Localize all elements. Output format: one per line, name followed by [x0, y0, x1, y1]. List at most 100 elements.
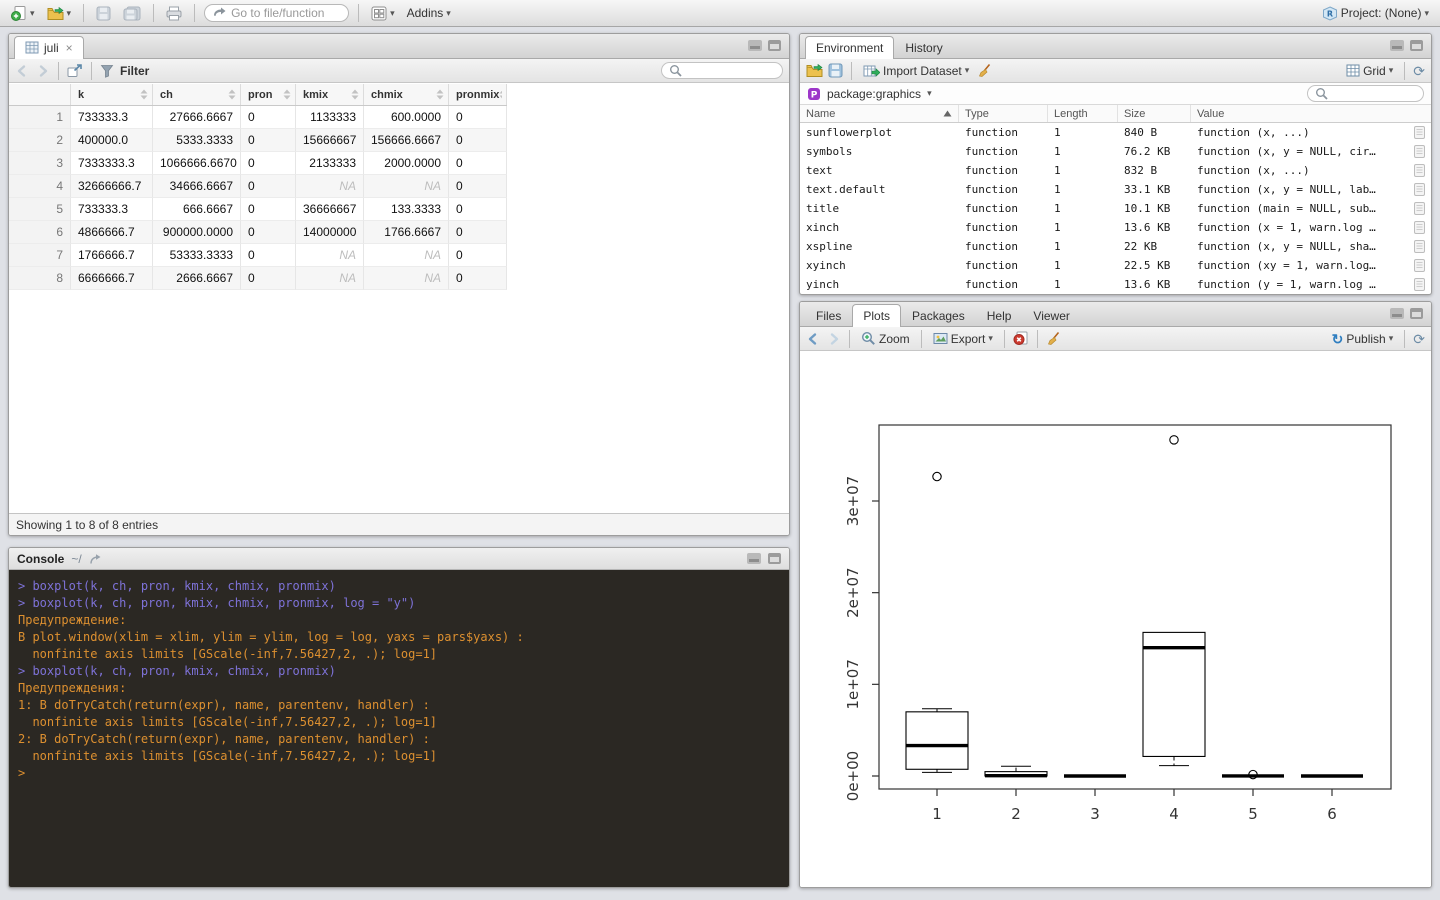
chevron-down-icon: ▾	[988, 333, 993, 343]
tab-files[interactable]: Files	[805, 304, 852, 326]
refresh-icon[interactable]: ⟳	[1413, 64, 1425, 78]
minimize-pane-button[interactable]	[1390, 308, 1404, 319]
zoom-plot-button[interactable]: Zoom	[858, 329, 913, 348]
filter-button[interactable]: Filter	[120, 64, 149, 78]
table-row[interactable]: 7 1766666.7 53333.3333 0 NA NA 0	[9, 244, 507, 267]
view-mode-button[interactable]: Grid ▾	[1343, 62, 1396, 80]
save-button[interactable]	[93, 4, 114, 23]
table-cell: NA	[364, 267, 449, 290]
environment-object-row[interactable]: xyinch function 1 22.5 KB function (xy = 1, …	[800, 256, 1431, 275]
goto-file-input[interactable]: Go to file/function	[204, 4, 350, 22]
back-icon[interactable]	[15, 64, 30, 78]
column-header-value[interactable]: Value	[1191, 105, 1431, 122]
view-source-icon[interactable]	[1413, 259, 1426, 272]
minimize-pane-button[interactable]	[747, 553, 761, 564]
environment-object-row[interactable]: xspline function 1 22 KB function (x, y = NU…	[800, 237, 1431, 256]
view-source-icon[interactable]	[1413, 145, 1426, 158]
tab-viewer[interactable]: Viewer	[1022, 304, 1080, 326]
environment-object-row[interactable]: symbols function 1 76.2 KB function (x, y = …	[800, 142, 1431, 161]
column-header-pron[interactable]: pron	[241, 84, 296, 105]
popout-window-icon[interactable]	[67, 63, 83, 78]
environment-object-row[interactable]: sunflowerplot function 1 840 B function (x, …	[800, 125, 1431, 142]
column-header-pronmix[interactable]: pronmix	[449, 84, 507, 105]
new-file-button[interactable]: ▾	[8, 3, 38, 23]
pane-layout-button[interactable]: ▾	[368, 4, 398, 23]
print-button[interactable]	[163, 4, 185, 23]
table-row[interactable]: 4 32666666.7 34666.6667 0 NA NA 0	[9, 175, 507, 198]
column-header-chmix[interactable]: chmix	[364, 84, 449, 105]
environment-search-input[interactable]	[1307, 85, 1424, 102]
scope-selector[interactable]: package:graphics	[827, 87, 921, 101]
open-file-button[interactable]: ▾	[44, 4, 75, 23]
column-header-kmix[interactable]: kmix	[296, 84, 364, 105]
maximize-pane-button[interactable]	[768, 40, 781, 51]
remove-plot-icon[interactable]	[1013, 331, 1029, 346]
import-dataset-button[interactable]: Import Dataset ▾	[860, 62, 972, 80]
tab-history[interactable]: History	[894, 36, 953, 58]
column-header-size[interactable]: Size	[1118, 105, 1191, 122]
publish-button[interactable]: ↻ Publish ▾	[1329, 330, 1397, 348]
sort-both-icon	[499, 91, 502, 98]
column-header-type[interactable]: Type	[959, 105, 1048, 122]
next-plot-icon[interactable]	[826, 332, 841, 346]
table-row[interactable]: 6 4866666.7 900000.0000 0 14000000 1766.6667 0	[9, 221, 507, 244]
refresh-plot-icon[interactable]: ⟳	[1413, 332, 1425, 346]
table-search-input[interactable]	[661, 62, 783, 79]
environment-object-row[interactable]: text function 1 832 B function (x, ...)	[800, 161, 1431, 180]
tab-help[interactable]: Help	[976, 304, 1023, 326]
clear-broom-icon[interactable]	[977, 63, 992, 78]
view-source-icon[interactable]	[1413, 126, 1426, 139]
table-row[interactable]: 5 733333.3 666.6667 0 36666667 133.3333 0	[9, 198, 507, 221]
minimize-pane-button[interactable]	[748, 40, 762, 51]
column-header-length[interactable]: Length	[1048, 105, 1118, 122]
table-row[interactable]: 8 6666666.7 2666.6667 0 NA NA 0	[9, 267, 507, 290]
table-row[interactable]: 2 400000.0 5333.3333 0 15666667 156666.6667 0	[9, 129, 507, 152]
previous-plot-icon[interactable]	[806, 332, 821, 346]
export-plot-button[interactable]: Export ▾	[930, 330, 996, 348]
column-header-name[interactable]: Name	[800, 105, 959, 122]
maximize-pane-button[interactable]	[1410, 308, 1423, 319]
table-row[interactable]: 1 733333.3 27666.6667 0 1133333 600.0000 0	[9, 106, 507, 129]
data-table-icon	[25, 41, 39, 54]
column-header-k[interactable]: k	[71, 84, 153, 105]
load-workspace-icon[interactable]	[806, 63, 823, 78]
project-menu[interactable]: R Project: (None) ▾	[1319, 4, 1432, 23]
maximize-pane-button[interactable]	[768, 553, 781, 564]
maximize-pane-button[interactable]	[1410, 40, 1423, 51]
environment-object-row[interactable]: title function 1 10.1 KB function (main = NU…	[800, 199, 1431, 218]
search-icon	[669, 64, 682, 77]
addins-menu[interactable]: Addins ▾	[404, 4, 454, 22]
environment-object-row[interactable]: yinch function 1 13.6 KB function (y = 1, wa…	[800, 275, 1431, 294]
save-all-button[interactable]	[120, 4, 144, 23]
table-cell: 0	[449, 198, 507, 221]
save-workspace-icon[interactable]	[828, 63, 843, 78]
environment-object-list[interactable]: sunflowerplot function 1 840 B function (x, …	[800, 125, 1431, 294]
console-output[interactable]: > boxplot(k, ch, pron, kmix, chmix, pron…	[9, 570, 789, 887]
environment-object-row[interactable]: xinch function 1 13.6 KB function (x = 1, wa…	[800, 218, 1431, 237]
tab-plots[interactable]: Plots	[852, 304, 902, 327]
object-value: function (xy = 1, warn.log…	[1197, 259, 1376, 272]
object-name: symbols	[806, 145, 853, 158]
console-popout-icon[interactable]	[89, 553, 103, 565]
view-source-icon[interactable]	[1413, 164, 1426, 177]
r-project-icon: R	[1322, 5, 1338, 21]
tab-juli[interactable]: juli ×	[14, 36, 84, 59]
forward-icon[interactable]	[35, 64, 50, 78]
view-source-icon[interactable]	[1413, 221, 1426, 234]
tab-packages[interactable]: Packages	[901, 304, 976, 326]
view-source-icon[interactable]	[1413, 183, 1426, 196]
table-row[interactable]: 3 7333333.3 1066666.6670 0 2133333 2000.0000 0	[9, 152, 507, 175]
table-cell: 2666.6667	[153, 267, 241, 290]
view-source-icon[interactable]	[1413, 278, 1426, 291]
clear-plots-broom-icon[interactable]	[1046, 331, 1061, 346]
object-length: 1	[1054, 183, 1061, 196]
environment-object-row[interactable]: text.default function 1 33.1 KB function (x,…	[800, 180, 1431, 199]
view-source-icon[interactable]	[1413, 202, 1426, 215]
minimize-pane-button[interactable]	[1390, 40, 1404, 51]
column-header-ch[interactable]: ch	[153, 84, 241, 105]
close-icon[interactable]: ×	[66, 41, 73, 55]
tab-environment[interactable]: Environment	[805, 36, 895, 59]
project-label: Project: (None)	[1340, 6, 1422, 20]
chevron-down-icon: ▾	[446, 7, 451, 18]
view-source-icon[interactable]	[1413, 240, 1426, 253]
